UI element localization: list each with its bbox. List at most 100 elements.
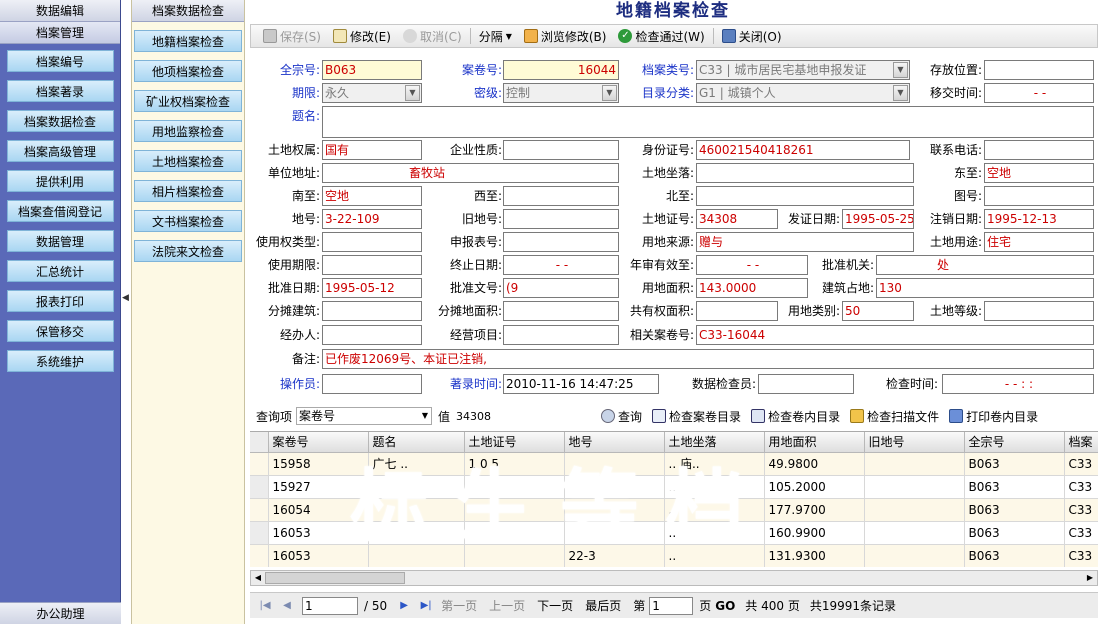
xiangguan-field[interactable]: C33-16044	[696, 325, 1094, 345]
goto-page-input[interactable]: 1	[649, 596, 694, 615]
tudi-dengji-field[interactable]	[984, 301, 1094, 321]
scroll-right-icon[interactable]: ▶	[1083, 571, 1097, 585]
nianshen-field[interactable]: - -	[696, 255, 808, 275]
scrollbar-thumb[interactable]	[265, 572, 405, 584]
shenfen-field[interactable]: 460021540418261	[696, 140, 910, 160]
dongzhi-field[interactable]: 空地	[984, 163, 1094, 183]
check-scan-button[interactable]: 检查扫描文件	[845, 408, 944, 425]
first-page-icon[interactable]: |◀	[258, 599, 272, 613]
fentan-mianji-field[interactable]	[503, 301, 619, 321]
zhongzhi-field[interactable]: - -	[503, 255, 619, 275]
jiudihao-field[interactable]	[503, 209, 619, 229]
quanzonghao-field[interactable]: B063	[322, 60, 422, 80]
column-header[interactable]: 用地面积	[764, 432, 865, 453]
check-dir-button[interactable]: 检查案卷目录	[647, 408, 746, 425]
nanzhi-field[interactable]: 空地	[322, 186, 422, 206]
dihao-field[interactable]: 3-22-109	[322, 209, 422, 229]
sub-item-photo-archive-check[interactable]: 相片档案检查	[134, 180, 242, 202]
shiyongquan-field[interactable]	[322, 232, 422, 252]
xizhi-field[interactable]	[503, 186, 619, 206]
nav-item-system-maintenance[interactable]: 系统维护	[6, 350, 114, 372]
tudi-quanshu-field[interactable]: 国有	[322, 140, 422, 160]
yongdi-leibie-field[interactable]: 50	[842, 301, 914, 321]
table-row[interactable]: 16054 .. 177.9700 B063 C33	[250, 498, 1098, 522]
next-page-link[interactable]: 下一页	[537, 597, 573, 614]
browse-edit-button[interactable]: 浏览修改(B)	[518, 26, 613, 46]
search-button[interactable]: 查询	[596, 408, 647, 425]
nav-section-archive-management[interactable]: 档案管理	[0, 22, 120, 44]
table-row[interactable]: 16053 22-3 .. 131.9300 B063 C33	[250, 544, 1098, 567]
column-header[interactable]: 地号	[564, 432, 665, 453]
check-inner-button[interactable]: 检查卷内目录	[746, 408, 845, 425]
miji-select[interactable]: 控制 ▼	[503, 83, 619, 103]
prev-page-link[interactable]: 上一页	[489, 597, 525, 614]
column-header[interactable]: 旧地号	[864, 432, 965, 453]
table-row[interactable]: 15927 .. 105.2000 B063 C33	[250, 475, 1098, 499]
tudizheng-field[interactable]: 34308	[696, 209, 778, 229]
nav-item-summary-stats[interactable]: 汇总统计	[6, 260, 114, 282]
nav-item-archive-entry[interactable]: 档案著录	[6, 80, 114, 102]
table-row[interactable]: 15958 广七 .. 1 0 5 .. 庙.. 49.9800 B063 C3…	[250, 452, 1098, 476]
pizhun-wenhao-field[interactable]: (9	[503, 278, 619, 298]
collapse-left-icon[interactable]: ◀	[122, 293, 130, 305]
pizhun-jiguan-field[interactable]: 处	[876, 255, 1094, 275]
check-pass-button[interactable]: ✓ 检查通过(W)	[612, 26, 710, 46]
close-button[interactable]: 关闭(O)	[716, 26, 788, 46]
shiyong-qixian-field[interactable]	[322, 255, 422, 275]
prev-page-icon[interactable]: ◀	[280, 599, 294, 613]
sub-item-court-document-check[interactable]: 法院来文检查	[134, 240, 242, 262]
lianxi-field[interactable]	[984, 140, 1094, 160]
sub-item-other-rights-check[interactable]: 他项档案检查	[134, 60, 242, 82]
column-header[interactable]: 全宗号	[964, 432, 1065, 453]
query-field-select[interactable]: 案卷号 ▼	[296, 407, 433, 425]
beizhu-field[interactable]: 已作废12069号、本证已注销,	[322, 349, 1094, 369]
yijiao-field[interactable]: - -	[984, 83, 1094, 103]
column-header[interactable]: 土地证号	[464, 432, 565, 453]
mulu-select[interactable]: G1 | 城镇个人 ▼	[696, 83, 910, 103]
sub-item-cadastral-check[interactable]: 地籍档案检查	[134, 30, 242, 52]
nav-item-archive-number[interactable]: 档案编号	[6, 50, 114, 72]
scroll-left-icon[interactable]: ◀	[251, 571, 265, 585]
query-value-input[interactable]: 34308	[456, 410, 596, 423]
jianchayuan-field[interactable]	[758, 374, 854, 394]
page-number-input[interactable]: 1	[302, 596, 358, 615]
jingban-field[interactable]	[322, 325, 422, 345]
cunfang-field[interactable]	[984, 60, 1094, 80]
danwei-field[interactable]: 畜牧站	[322, 163, 619, 183]
zhuxiao-field[interactable]: 1995-12-13	[984, 209, 1094, 229]
column-header[interactable]: 档案	[1064, 432, 1098, 453]
tuhao-field[interactable]	[984, 186, 1094, 206]
column-header[interactable]: 土地坐落	[664, 432, 765, 453]
gongyou-field[interactable]	[696, 301, 778, 321]
last-page-link[interactable]: 最后页	[585, 597, 621, 614]
column-header[interactable]: 案卷号	[268, 432, 369, 453]
last-page-icon[interactable]: ▶|	[419, 599, 433, 613]
column-header[interactable]: 题名	[368, 432, 465, 453]
first-page-link[interactable]: 第一页	[441, 597, 477, 614]
edit-button[interactable]: 修改(E)	[327, 26, 397, 46]
zuoluo-field[interactable]	[696, 163, 914, 183]
nav-item-data-check[interactable]: 档案数据检查	[6, 110, 114, 132]
fentan-jianzhu-field[interactable]	[322, 301, 422, 321]
nav-item-borrow-register[interactable]: 档案查借阅登记	[6, 200, 114, 222]
pizhun-riqi-field[interactable]: 1995-05-12	[322, 278, 422, 298]
nav-office-assistant[interactable]: 办公助理	[0, 602, 121, 624]
split-dropdown[interactable]: 分隔 ▼	[473, 26, 518, 46]
save-button[interactable]: 保存(S)	[257, 26, 327, 46]
jianzhu-zhandi-field[interactable]: 130	[876, 278, 1094, 298]
yongdi-mianji-field[interactable]: 143.0000	[696, 278, 808, 298]
zhulu-field[interactable]: 2010-11-16 14:47:25	[503, 374, 659, 394]
print-inner-button[interactable]: 打印卷内目录	[944, 408, 1043, 425]
qiye-field[interactable]	[503, 140, 619, 160]
yongtu-field[interactable]: 住宅	[984, 232, 1094, 252]
fazheng-field[interactable]: 1995-05-25	[842, 209, 914, 229]
sub-item-land-supervision-check[interactable]: 用地监察检查	[134, 120, 242, 142]
table-row[interactable]: 16053 .. 160.9900 B063 C33	[250, 521, 1098, 545]
nav-item-data-management[interactable]: 数据管理	[6, 230, 114, 252]
sub-item-document-archive-check[interactable]: 文书档案检查	[134, 210, 242, 232]
yongdi-laiyuan-field[interactable]: 赠与	[696, 232, 914, 252]
nav-item-provide-use[interactable]: 提供利用	[6, 170, 114, 192]
jingying-field[interactable]	[503, 325, 619, 345]
jiancha-time-field[interactable]: - - : :	[942, 374, 1094, 394]
shenbao-field[interactable]	[503, 232, 619, 252]
